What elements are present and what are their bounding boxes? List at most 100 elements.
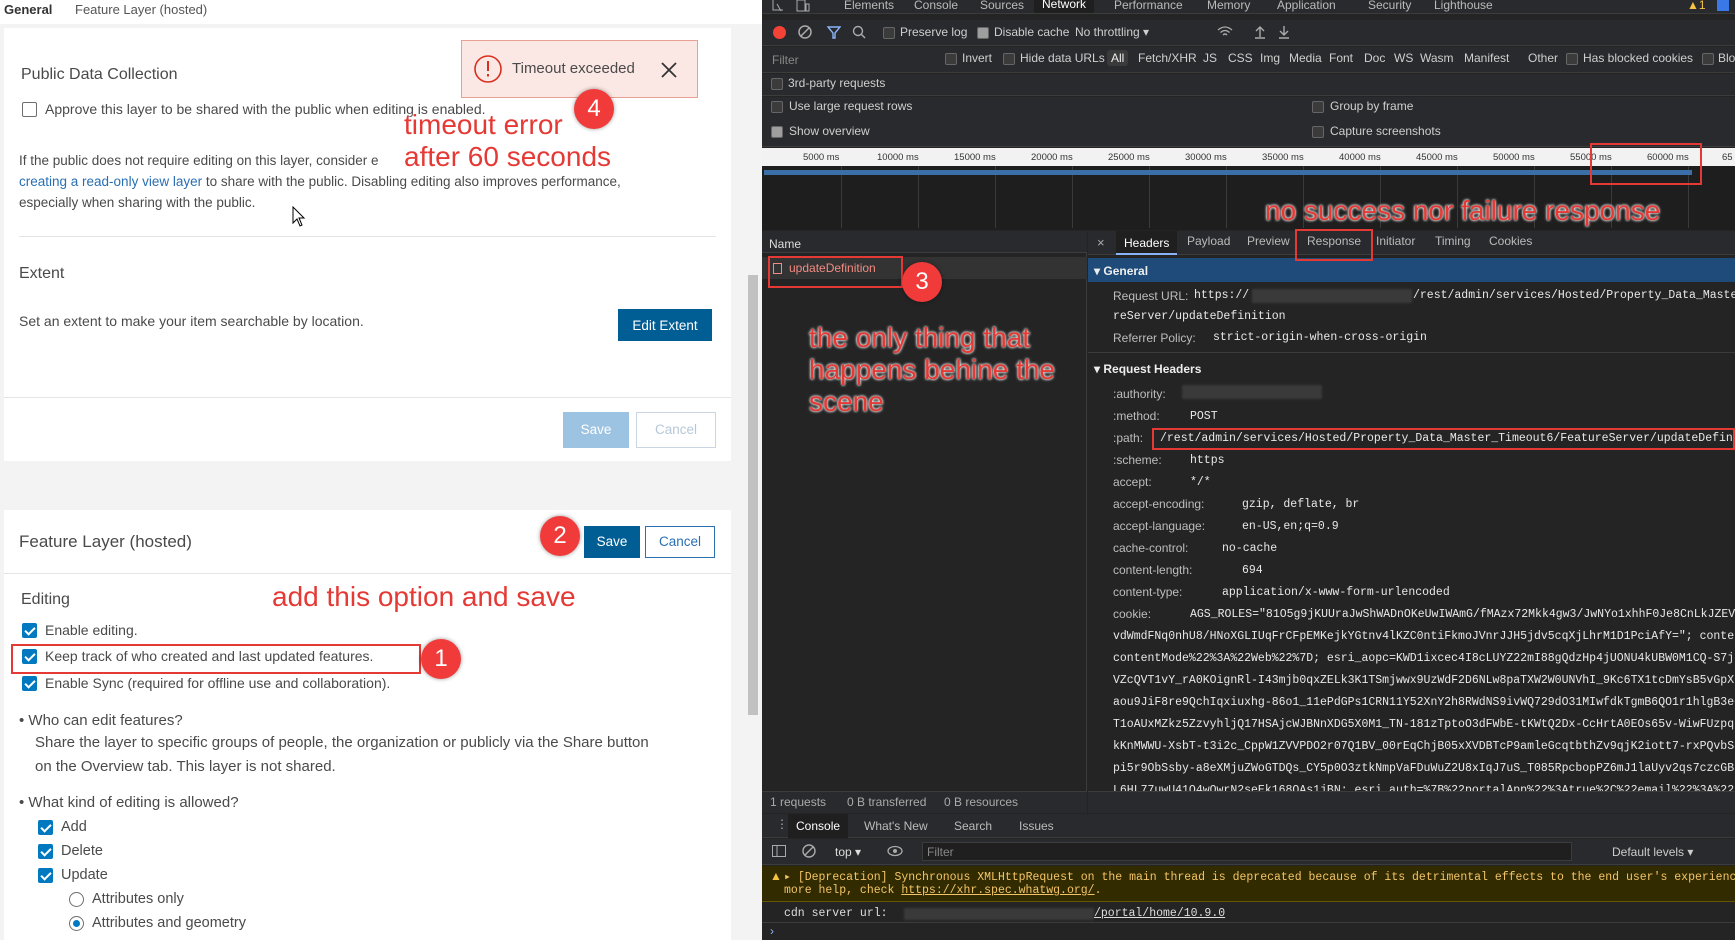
page-scrollbar[interactable] [748,275,758,715]
general-section-header[interactable] [1088,258,1735,282]
type-wasm[interactable]: Wasm [1420,51,1454,65]
detail-tab-headers[interactable]: Headers [1116,231,1178,255]
xhr-spec-link[interactable]: https://xhr.spec.whatwg.org/ [901,884,1094,897]
header-value: AGS_ROLES="81O5g9jKUUraJwShWADnOKeUwIWAm… [1190,608,1735,621]
name-column-header[interactable]: Name [769,237,801,251]
eye-icon[interactable] [887,845,903,857]
third-party-checkbox[interactable] [771,78,783,90]
warning-line1-value: [Deprecation] Synchronous XMLHttpRequest… [797,871,1735,884]
close-detail-icon[interactable]: × [1097,235,1105,250]
clear-console-icon[interactable] [802,844,816,858]
read-only-view-layer-link[interactable]: creating a read-only view layer [19,174,202,189]
public-approve-checkbox[interactable] [22,102,37,117]
request-headers-title[interactable]: ▾ Request Headers [1094,362,1201,376]
preserve-log-checkbox[interactable] [883,27,895,39]
type-all[interactable]: All [1107,50,1129,66]
console-filter-input[interactable]: Filter [922,842,1572,861]
record-icon[interactable] [773,26,786,39]
general-save-button[interactable]: Save [563,412,629,448]
invert-checkbox[interactable] [945,53,957,65]
tab-memory[interactable]: Memory [1207,0,1250,12]
type-fetch-xhr[interactable]: Fetch/XHR [1138,51,1197,65]
drawer-menu-icon[interactable]: ⋮ [776,817,788,831]
type-js[interactable]: JS [1203,51,1217,65]
log-levels-select[interactable]: Default levels ▾ [1612,845,1693,859]
hide-data-urls-checkbox[interactable] [1003,53,1015,65]
enable-editing-checkbox[interactable] [22,623,37,638]
drawer-tab-issues[interactable]: Issues [1019,819,1054,833]
type-font[interactable]: Font [1329,51,1353,65]
group-by-frame-checkbox[interactable] [1312,101,1324,113]
cdn-log-value[interactable]: /portal/home/10.9.0 [1094,907,1225,920]
add-label: Add [61,819,87,835]
export-har-icon[interactable] [1278,25,1290,39]
attributes-only-radio[interactable] [69,892,84,907]
add-checkbox[interactable] [38,820,53,835]
filter-input[interactable]: Filter [770,51,920,69]
show-overview-checkbox[interactable] [771,126,783,138]
throttling-select[interactable]: No throttling ▾ [1075,25,1149,39]
tab-application[interactable]: Application [1277,0,1336,12]
edit-extent-button[interactable]: Edit Extent [618,309,712,341]
general-section-label: General [1103,264,1149,278]
close-icon[interactable] [660,61,678,79]
tab-general[interactable]: General [4,2,52,17]
update-checkbox[interactable] [38,868,53,883]
type-css[interactable]: CSS [1228,51,1253,65]
drawer-tab-search[interactable]: Search [954,819,992,833]
detail-tab-initiator[interactable]: Initiator [1376,234,1415,248]
tab-performance[interactable]: Performance [1114,0,1183,12]
disable-cache-checkbox[interactable] [977,27,989,39]
clear-icon[interactable] [798,25,812,39]
detail-tab-timing[interactable]: Timing [1435,234,1471,248]
public-info-line2: creating a read-only view layer to share… [19,171,719,192]
filter-icon[interactable] [827,26,841,39]
tab-network[interactable]: Network [1034,0,1095,13]
detail-hscroll[interactable] [1088,791,1735,813]
blocked-requests-checkbox[interactable] [1702,53,1714,65]
general-cancel-button[interactable]: Cancel [636,412,716,448]
console-prompt[interactable]: › [770,924,774,938]
context-select[interactable]: top ▾ [835,845,861,859]
capture-screenshots-label: Capture screenshots [1330,124,1441,138]
warning-count-badge[interactable]: ▲1 [1687,0,1706,12]
feature-cancel-button[interactable]: Cancel [645,526,715,558]
sidebar-toggle-icon[interactable] [772,845,786,857]
tab-feature-layer[interactable]: Feature Layer (hosted) [75,2,207,17]
tab-security[interactable]: Security [1368,0,1411,12]
detail-tab-payload[interactable]: Payload [1187,234,1230,248]
type-other[interactable]: Other [1528,51,1558,65]
has-blocked-cookies-checkbox[interactable] [1566,53,1578,65]
large-rows-checkbox[interactable] [771,101,783,113]
tick-label: 10000 ms [877,152,919,163]
search-icon[interactable] [852,25,866,39]
type-img[interactable]: Img [1260,51,1280,65]
capture-screenshots-checkbox[interactable] [1312,126,1324,138]
attributes-geometry-radio[interactable] [69,916,84,931]
redacted-authority [1182,385,1322,399]
detail-tab-preview[interactable]: Preview [1247,234,1290,248]
disable-cache-label: Disable cache [994,25,1070,39]
tab-sources[interactable]: Sources [980,0,1024,12]
tab-lighthouse[interactable]: Lighthouse [1434,0,1493,12]
tab-elements[interactable]: Elements [844,0,894,12]
drawer-tab-console[interactable]: Console [788,814,849,838]
inspect-element-icon[interactable] [772,0,786,12]
enable-editing-label: Enable editing. [45,622,138,638]
tick-label: 50000 ms [1493,152,1535,163]
network-conditions-icon[interactable] [1217,25,1233,38]
delete-checkbox[interactable] [38,844,53,859]
enable-sync-checkbox[interactable] [22,676,37,691]
type-manifest[interactable]: Manifest [1464,51,1509,65]
device-toolbar-icon[interactable] [796,0,810,12]
drawer-tab-whats-new[interactable]: What's New [864,819,928,833]
issues-icon[interactable] [1717,0,1729,11]
warning-text-line1: ▸ [Deprecation] Synchronous XMLHttpReque… [784,869,1735,884]
feature-save-button[interactable]: Save [584,526,640,558]
type-ws[interactable]: WS [1394,51,1413,65]
import-har-icon[interactable] [1254,25,1266,39]
tab-console[interactable]: Console [914,0,958,12]
type-doc[interactable]: Doc [1364,51,1385,65]
type-media[interactable]: Media [1289,51,1322,65]
detail-tab-cookies[interactable]: Cookies [1489,234,1532,248]
